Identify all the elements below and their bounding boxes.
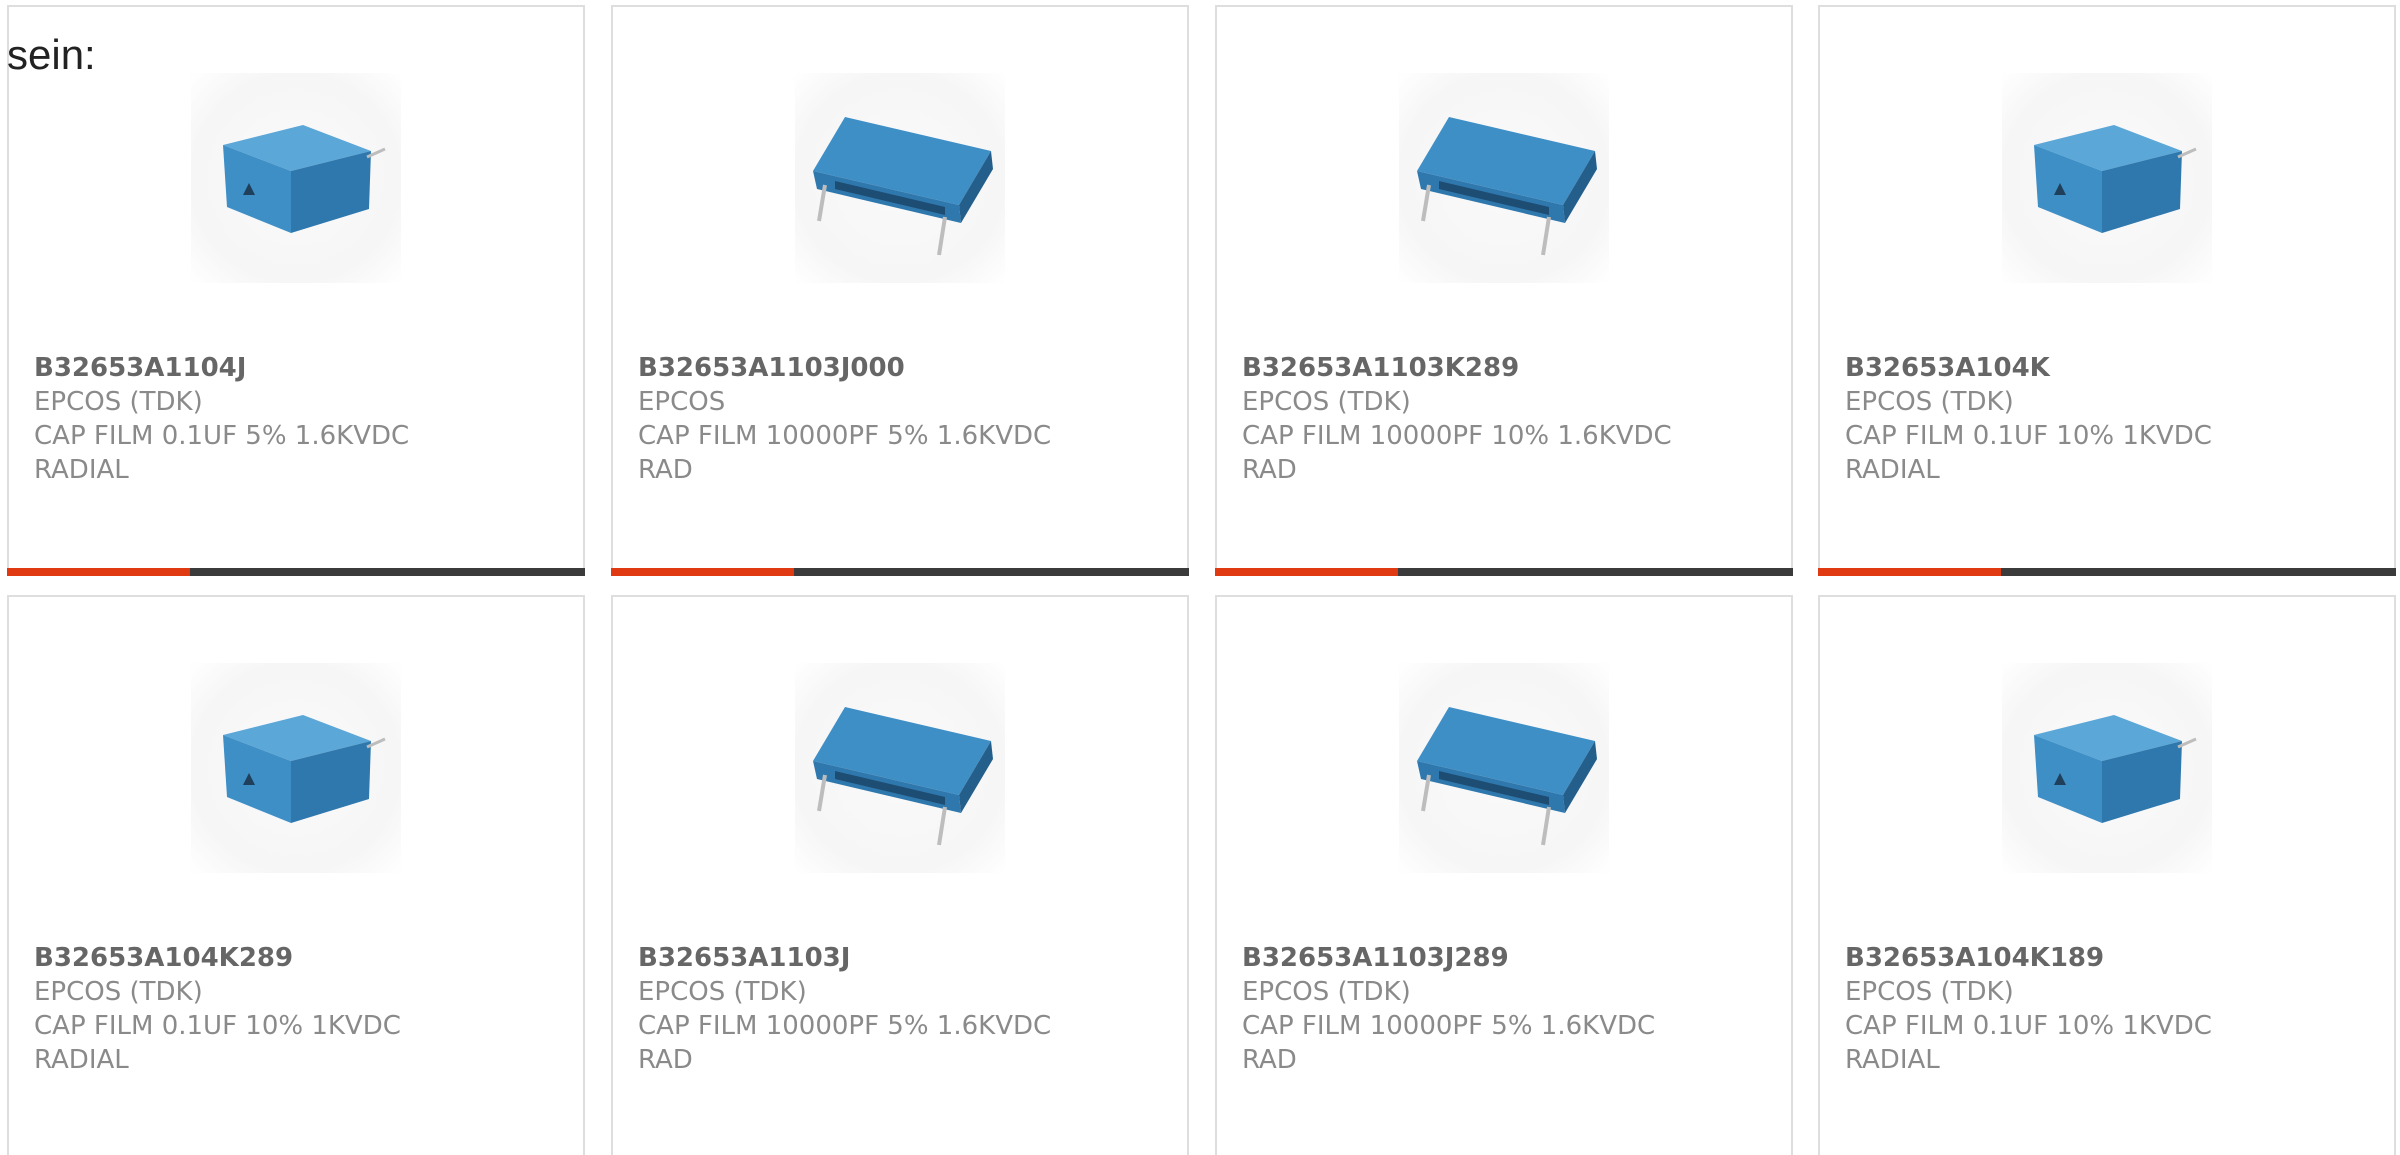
- long-capacitor-icon[interactable]: [795, 73, 1005, 283]
- long-capacitor-icon[interactable]: [1399, 663, 1609, 873]
- product-card[interactable]: B32653A104K289 EPCOS (TDK) CAP FILM 0.1U…: [7, 595, 585, 1155]
- description-line: CAP FILM 0.1UF 10% 1KVDC: [34, 1011, 401, 1041]
- box-capacitor-icon[interactable]: [191, 73, 401, 283]
- accent-stripe: [611, 568, 794, 576]
- product-card[interactable]: B32653A1103K289 EPCOS (TDK) CAP FILM 100…: [1215, 5, 1793, 576]
- product-card[interactable]: B32653A104K EPCOS (TDK) CAP FILM 0.1UF 1…: [1818, 5, 2396, 576]
- description-line: RADIAL: [34, 455, 129, 485]
- part-number-link[interactable]: B32653A104K289: [34, 941, 563, 975]
- product-info: B32653A104K289 EPCOS (TDK) CAP FILM 0.1U…: [34, 941, 563, 1077]
- product-card[interactable]: B32653A1104J EPCOS (TDK) CAP FILM 0.1UF …: [7, 5, 585, 576]
- card-bottom-bar: [7, 568, 585, 576]
- accent-stripe: [1818, 568, 2001, 576]
- part-number-link[interactable]: B32653A1103K289: [1242, 351, 1771, 385]
- card-bottom-bar: [1215, 568, 1793, 576]
- description-line: CAP FILM 10000PF 5% 1.6KVDC: [638, 1011, 1052, 1041]
- description-line: CAP FILM 10000PF 5% 1.6KVDC: [638, 421, 1052, 451]
- box-capacitor-icon[interactable]: [2002, 663, 2212, 873]
- part-number-link[interactable]: B32653A1103J: [638, 941, 1167, 975]
- product-info: B32653A1104J EPCOS (TDK) CAP FILM 0.1UF …: [34, 351, 563, 487]
- product-card[interactable]: B32653A1103J EPCOS (TDK) CAP FILM 10000P…: [611, 595, 1189, 1155]
- manufacturer: EPCOS: [638, 387, 726, 417]
- accent-stripe: [1215, 568, 1398, 576]
- long-capacitor-icon[interactable]: [1399, 73, 1609, 283]
- manufacturer: EPCOS (TDK): [1242, 387, 1411, 417]
- product-card[interactable]: B32653A1103J000 EPCOS CAP FILM 10000PF 5…: [611, 5, 1189, 576]
- description-line: RADIAL: [1845, 455, 1940, 485]
- product-grid-page: sein: B32653A1104J EPCOS (TDK) CAP FILM …: [0, 0, 2400, 1155]
- card-bottom-bar: [1818, 568, 2396, 576]
- long-capacitor-icon[interactable]: [795, 663, 1005, 873]
- manufacturer: EPCOS (TDK): [1242, 977, 1411, 1007]
- manufacturer: EPCOS (TDK): [34, 977, 203, 1007]
- product-info: B32653A104K189 EPCOS (TDK) CAP FILM 0.1U…: [1845, 941, 2374, 1077]
- manufacturer: EPCOS (TDK): [638, 977, 807, 1007]
- product-info: B32653A1103J EPCOS (TDK) CAP FILM 10000P…: [638, 941, 1167, 1077]
- product-card[interactable]: B32653A104K189 EPCOS (TDK) CAP FILM 0.1U…: [1818, 595, 2396, 1155]
- description-line: CAP FILM 0.1UF 10% 1KVDC: [1845, 1011, 2212, 1041]
- accent-stripe: [7, 568, 190, 576]
- product-info: B32653A104K EPCOS (TDK) CAP FILM 0.1UF 1…: [1845, 351, 2374, 487]
- description-line: RADIAL: [1845, 1045, 1940, 1075]
- description-line: RAD: [638, 455, 693, 485]
- product-card[interactable]: B32653A1103J289 EPCOS (TDK) CAP FILM 100…: [1215, 595, 1793, 1155]
- description-line: CAP FILM 10000PF 5% 1.6KVDC: [1242, 1011, 1656, 1041]
- box-capacitor-icon[interactable]: [191, 663, 401, 873]
- manufacturer: EPCOS (TDK): [34, 387, 203, 417]
- product-info: B32653A1103J000 EPCOS CAP FILM 10000PF 5…: [638, 351, 1167, 487]
- description-line: CAP FILM 0.1UF 10% 1KVDC: [1845, 421, 2212, 451]
- part-number-link[interactable]: B32653A1103J000: [638, 351, 1167, 385]
- box-capacitor-icon[interactable]: [2002, 73, 2212, 283]
- part-number-link[interactable]: B32653A1103J289: [1242, 941, 1771, 975]
- part-number-link[interactable]: B32653A104K189: [1845, 941, 2374, 975]
- part-number-link[interactable]: B32653A1104J: [34, 351, 563, 385]
- manufacturer: EPCOS (TDK): [1845, 387, 2014, 417]
- product-info: B32653A1103J289 EPCOS (TDK) CAP FILM 100…: [1242, 941, 1771, 1077]
- description-line: CAP FILM 10000PF 10% 1.6KVDC: [1242, 421, 1672, 451]
- part-number-link[interactable]: B32653A104K: [1845, 351, 2374, 385]
- description-line: RAD: [1242, 1045, 1297, 1075]
- description-line: RADIAL: [34, 1045, 129, 1075]
- description-line: RAD: [1242, 455, 1297, 485]
- product-info: B32653A1103K289 EPCOS (TDK) CAP FILM 100…: [1242, 351, 1771, 487]
- manufacturer: EPCOS (TDK): [1845, 977, 2014, 1007]
- intro-text: sein:: [7, 31, 96, 78]
- description-line: RAD: [638, 1045, 693, 1075]
- description-line: CAP FILM 0.1UF 5% 1.6KVDC: [34, 421, 410, 451]
- card-bottom-bar: [611, 568, 1189, 576]
